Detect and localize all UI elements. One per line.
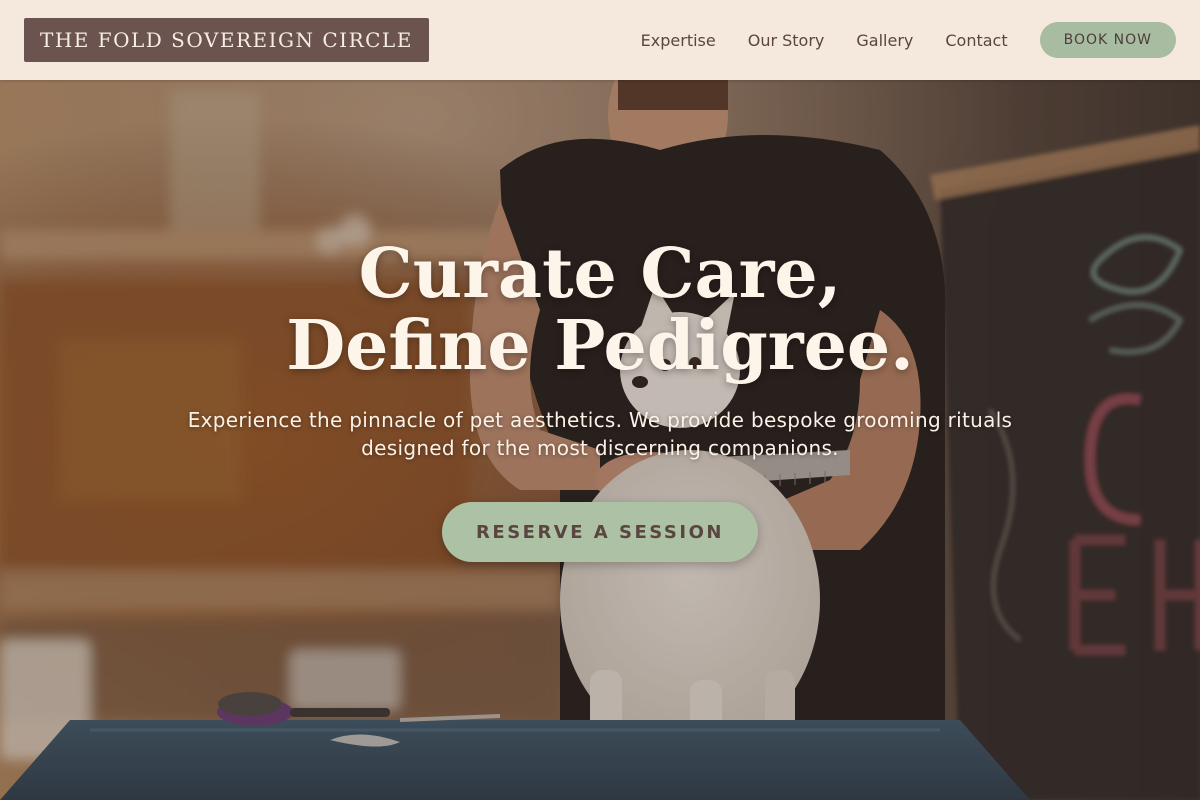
hero-subtext: Experience the pinnacle of pet aesthetic… [170,406,1030,462]
hero-section: Curate Care, Define Pedigree. Experience… [0,80,1200,800]
headline-line-1: Curate Care, [358,234,842,314]
nav-link-our-story[interactable]: Our Story [748,31,825,50]
brand-logo-text: THE FOLD SOVEREIGN CIRCLE [40,28,413,52]
landing-page: THE FOLD SOVEREIGN CIRCLE Expertise Our … [0,0,1200,800]
subtext-line-1: Experience the pinnacle of pet aesthetic… [187,408,1013,432]
main-nav: Expertise Our Story Gallery Contact BOOK… [641,22,1176,58]
hero-headline: Curate Care, Define Pedigree. [0,238,1200,382]
book-now-label: BOOK NOW [1063,32,1152,48]
nav-link-contact[interactable]: Contact [945,31,1007,50]
nav-link-gallery[interactable]: Gallery [856,31,913,50]
nav-link-expertise[interactable]: Expertise [641,31,716,50]
brand-logo[interactable]: THE FOLD SOVEREIGN CIRCLE [24,18,429,62]
reserve-session-button[interactable]: RESERVE A SESSION [442,502,758,562]
site-header: THE FOLD SOVEREIGN CIRCLE Expertise Our … [0,0,1200,80]
reserve-session-label: RESERVE A SESSION [476,521,724,543]
headline-line-2: Define Pedigree. [286,306,914,386]
book-now-button[interactable]: BOOK NOW [1039,22,1176,58]
subtext-line-2: designed for the most discerning compani… [361,436,839,460]
